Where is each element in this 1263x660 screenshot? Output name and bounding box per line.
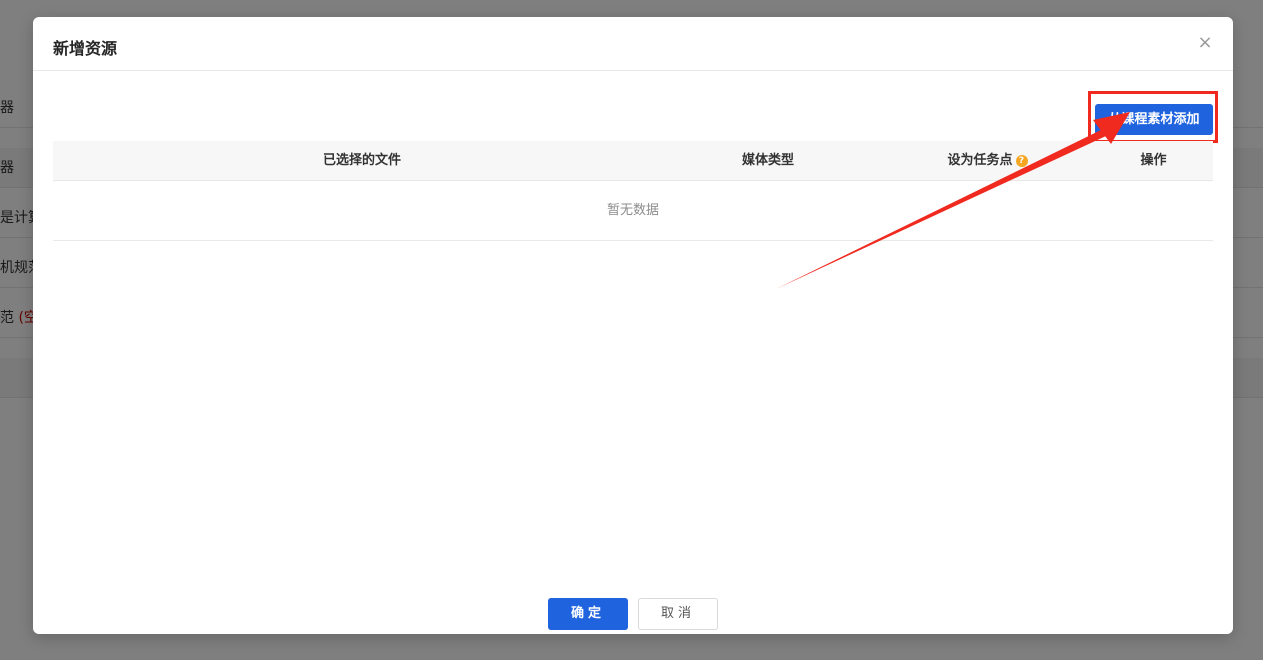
table-header: 已选择的文件 媒体类型 设为任务点? 操作	[53, 141, 1213, 181]
column-header-actions: 操作	[1140, 153, 1167, 168]
cancel-button[interactable]: 取消	[638, 598, 718, 630]
dialog-title: 新增资源	[53, 39, 118, 58]
annotation-highlight-box	[1088, 91, 1218, 143]
confirm-button[interactable]: 确定	[548, 598, 628, 630]
column-header-task-point-label: 设为任务点	[947, 153, 1013, 168]
dialog-header: 新增资源 ×	[33, 17, 1233, 71]
empty-state: 暂无数据	[53, 181, 1213, 241]
help-icon[interactable]: ?	[1015, 154, 1028, 167]
add-resource-dialog: 新增资源 × 从课程素材添加 已选择的文件 媒体类型 设为任务点? 操作 暂无数…	[33, 17, 1233, 634]
close-icon[interactable]: ×	[1195, 33, 1215, 53]
column-header-selected-files: 已选择的文件	[322, 153, 401, 168]
column-header-media-type: 媒体类型	[741, 153, 794, 168]
column-header-task-point: 设为任务点?	[865, 141, 1110, 180]
selected-files-table: 已选择的文件 媒体类型 设为任务点? 操作 暂无数据	[53, 141, 1213, 241]
